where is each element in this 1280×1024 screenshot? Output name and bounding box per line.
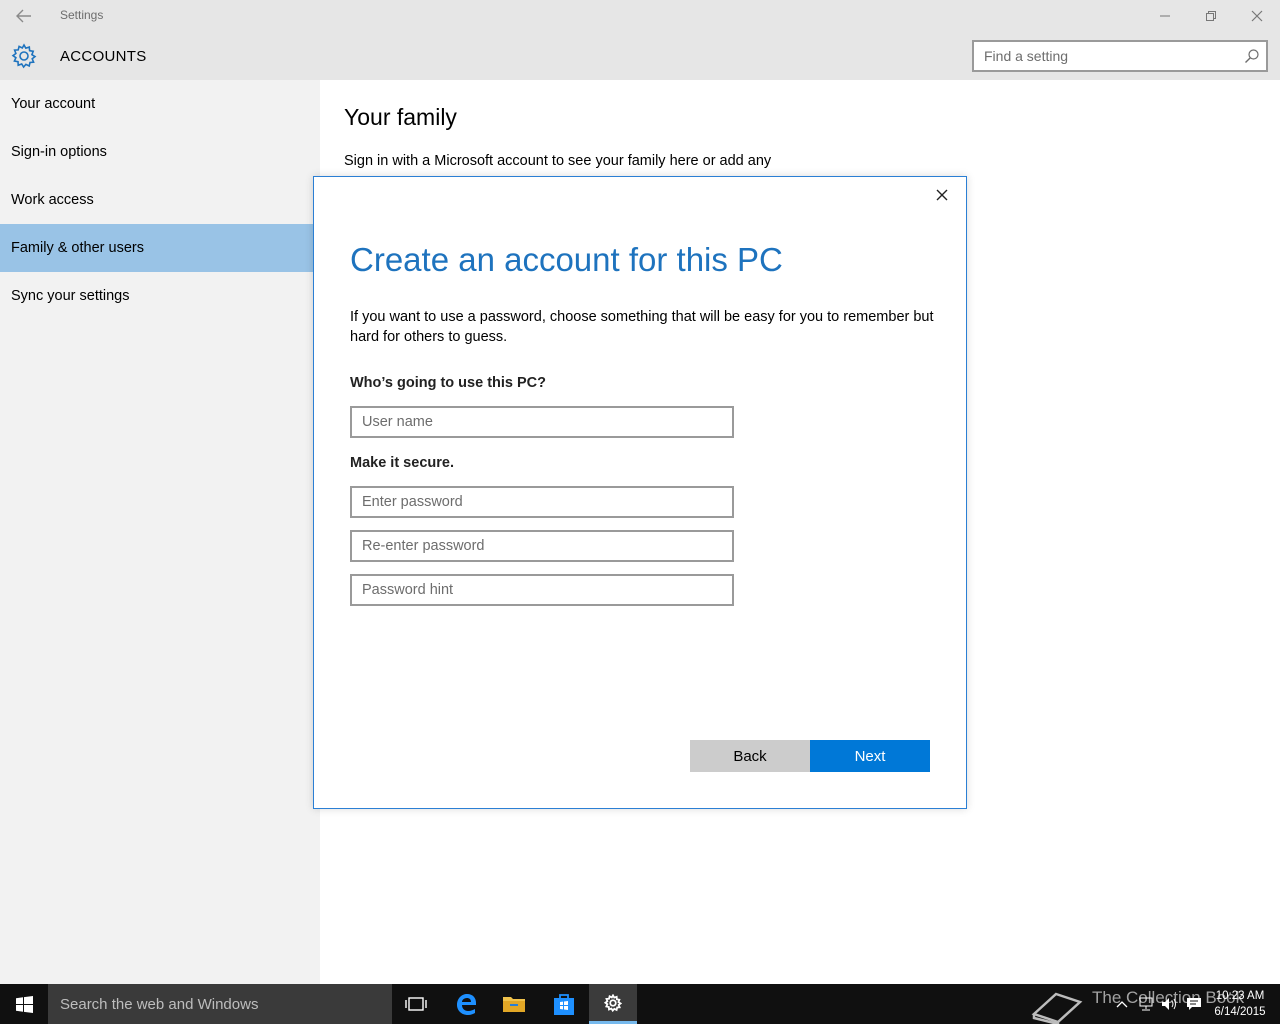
page-description: Sign in with a Microsoft account to see … — [344, 153, 772, 169]
edge-icon — [457, 994, 476, 1015]
windows-logo-icon — [15, 995, 33, 1013]
sidebar-item-work-access[interactable]: Work access — [0, 176, 320, 224]
dialog-title: Create an account for this PC — [350, 241, 783, 278]
password-hint-field[interactable] — [350, 574, 734, 606]
secure-label: Make it secure. — [350, 455, 454, 471]
book-watermark-icon — [1031, 992, 1083, 1024]
start-button[interactable] — [0, 984, 48, 1024]
sidebar-item-sync-settings[interactable]: Sync your settings — [0, 272, 320, 320]
who-label: Who’s going to use this PC? — [350, 375, 547, 391]
edge-button[interactable] — [442, 984, 490, 1024]
page-title: Your family — [344, 104, 457, 130]
search-box[interactable] — [972, 40, 1268, 72]
taskbar-search[interactable]: Search the web and Windows — [48, 984, 392, 1024]
volume-icon[interactable] — [1160, 994, 1180, 1014]
settings-taskbar-button[interactable] — [589, 984, 637, 1024]
task-view-button[interactable] — [392, 984, 440, 1024]
action-center-icon[interactable] — [1184, 994, 1204, 1014]
username-field[interactable] — [350, 406, 734, 438]
store-icon — [554, 994, 574, 1015]
file-explorer-button[interactable] — [490, 984, 538, 1024]
taskbar-clock[interactable]: 10:23 AM 6/14/2015 — [1208, 988, 1272, 1020]
create-account-dialog: Create an account for this PC If you wan… — [313, 176, 967, 809]
restore-button[interactable] — [1188, 0, 1234, 32]
password-field[interactable] — [350, 486, 734, 518]
close-icon — [936, 189, 948, 201]
window-title: Settings — [60, 8, 104, 22]
section-title: ACCOUNTS — [60, 48, 147, 65]
sidebar: Your account Sign-in options Work access… — [0, 80, 320, 984]
settings-gear-icon — [604, 993, 622, 1012]
dialog-description: If you want to use a password, choose so… — [350, 309, 934, 345]
next-button[interactable]: Next — [810, 740, 930, 772]
reenter-password-field[interactable] — [350, 530, 734, 562]
network-icon[interactable] — [1136, 994, 1156, 1014]
back-button[interactable]: Back — [690, 740, 810, 772]
close-window-button[interactable] — [1234, 0, 1280, 32]
task-view-icon — [405, 997, 427, 1011]
search-input[interactable] — [974, 42, 1234, 70]
sidebar-item-family-other-users[interactable]: Family & other users — [0, 224, 320, 272]
search-icon[interactable] — [1244, 48, 1260, 64]
settings-header: ACCOUNTS — [0, 32, 1280, 80]
minimize-button[interactable] — [1142, 0, 1188, 32]
taskbar: Search the web and Windows The Collectio… — [0, 984, 1280, 1024]
back-arrow-icon[interactable] — [12, 6, 36, 26]
title-bar: Settings — [0, 0, 1280, 32]
gear-icon — [11, 43, 37, 69]
sidebar-item-your-account[interactable]: Your account — [0, 80, 320, 128]
sidebar-item-sign-in-options[interactable]: Sign-in options — [0, 128, 320, 176]
dialog-close-button[interactable] — [932, 185, 952, 205]
chevron-up-icon[interactable] — [1112, 994, 1132, 1014]
clock-time: 10:23 AM — [1215, 990, 1265, 1002]
clock-date: 6/14/2015 — [1214, 1006, 1266, 1018]
folder-icon — [503, 997, 525, 1012]
store-button[interactable] — [540, 984, 588, 1024]
